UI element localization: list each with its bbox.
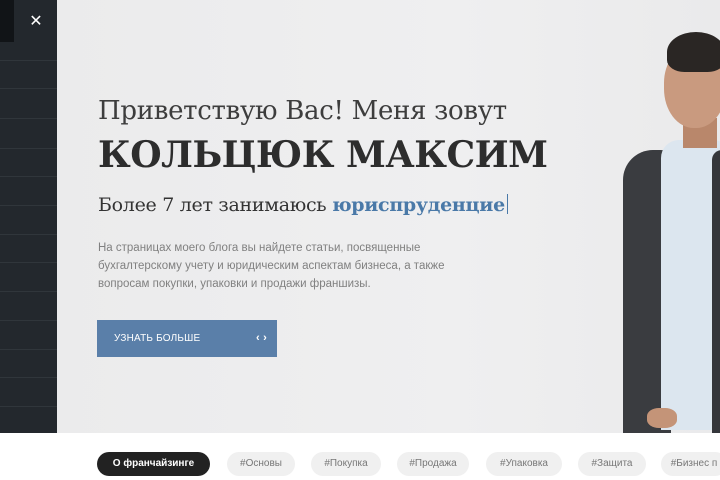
sidebar-divider <box>0 406 57 407</box>
hero-section: Приветствую Вас! Меня зовут КОЛЬЦЮК МАКС… <box>57 0 720 433</box>
sidebar-divider <box>0 118 57 119</box>
author-portrait <box>617 30 720 433</box>
sidebar-divider <box>0 88 57 89</box>
tag-basics[interactable]: #Основы <box>227 452 295 476</box>
hero-name: КОЛЬЦЮК МАКСИМ <box>98 134 548 176</box>
typing-cursor <box>506 194 508 214</box>
hero-experience: Более 7 лет занимаюсь юриспруденцие <box>98 194 508 216</box>
hero-description: На страницах моего блога вы найдете стат… <box>98 242 445 290</box>
tag-protection[interactable]: #Защита <box>578 452 646 476</box>
tag-business[interactable]: #Бизнес п <box>661 452 720 476</box>
learn-more-label: УЗНАТЬ БОЛЬШЕ <box>114 333 201 344</box>
tag-sale[interactable]: #Продажа <box>397 452 469 476</box>
sidebar-top-strip <box>0 0 14 42</box>
tag-bar: О франчайзинге #Основы #Покупка #Продажа… <box>0 433 720 480</box>
sidebar-divider <box>0 262 57 263</box>
hero-greeting: Приветствую Вас! Меня зовут <box>98 96 507 126</box>
sidebar-divider <box>0 60 57 61</box>
learn-more-button[interactable]: УЗНАТЬ БОЛЬШЕ ‹ › <box>97 320 277 357</box>
tag-packaging[interactable]: #Упаковка <box>486 452 562 476</box>
sidebar-divider <box>0 148 57 149</box>
experience-highlight: юриспруденцие <box>332 194 505 216</box>
sidebar-divider <box>0 320 57 321</box>
tag-purchase[interactable]: #Покупка <box>311 452 381 476</box>
sidebar-divider <box>0 291 57 292</box>
sidebar-divider <box>0 176 57 177</box>
sidebar-divider <box>0 377 57 378</box>
arrows-icon: ‹ › <box>256 332 267 344</box>
sidebar-divider <box>0 234 57 235</box>
experience-prefix: Более 7 лет занимаюсь <box>98 194 333 216</box>
sidebar-divider <box>0 205 57 206</box>
tag-franchising[interactable]: О франчайзинге <box>97 452 210 476</box>
close-icon[interactable]: ✕ <box>22 9 50 33</box>
sidebar-menu: ✕ <box>0 0 57 480</box>
sidebar-divider <box>0 349 57 350</box>
